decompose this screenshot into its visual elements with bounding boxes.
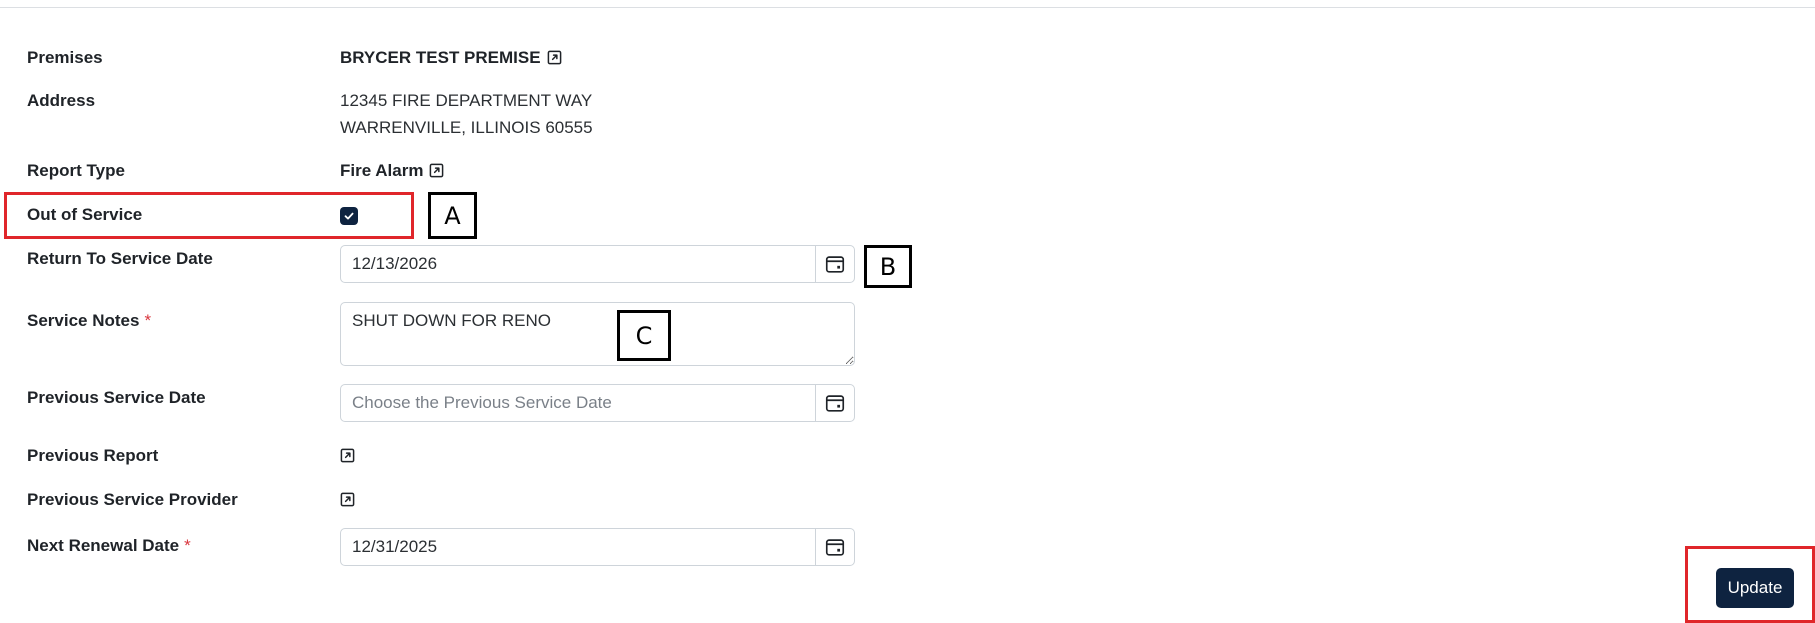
calendar-button[interactable] (815, 246, 854, 282)
annotation-b: B (864, 245, 912, 288)
previous-service-date-input[interactable] (341, 385, 815, 421)
address-line1: 12345 FIRE DEPARTMENT WAY (340, 91, 593, 110)
service-notes-label: Service Notes (27, 311, 140, 330)
next-renewal-date-label: Next Renewal Date (27, 536, 180, 555)
external-link-icon[interactable] (429, 163, 444, 178)
report-type-label: Report Type (27, 161, 125, 180)
annotation-c: C (617, 310, 671, 361)
update-button[interactable]: Update (1716, 568, 1794, 608)
previous-service-provider-value-row (334, 490, 355, 510)
premises-link[interactable]: BRYCER TEST PREMISE (340, 48, 541, 67)
required-marker: * (144, 311, 152, 330)
return-to-service-date-label: Return To Service Date (27, 249, 213, 268)
return-to-service-date-group (340, 245, 855, 283)
next-renewal-date-input[interactable] (341, 529, 815, 565)
calendar-icon (825, 256, 845, 273)
annotation-a: A (428, 192, 477, 239)
next-renewal-date-group (340, 528, 855, 566)
highlight-box-out-of-service (4, 192, 414, 239)
report-type-value-row: Fire Alarm (340, 161, 444, 181)
top-divider (0, 7, 1815, 8)
previous-service-provider-label: Previous Service Provider (27, 490, 238, 509)
return-to-service-date-input[interactable] (341, 246, 815, 282)
external-link-icon[interactable] (340, 448, 355, 463)
previous-report-value-row (334, 446, 355, 466)
address-label: Address (27, 91, 96, 110)
calendar-button[interactable] (815, 385, 854, 421)
service-notes-textarea[interactable]: SHUT DOWN FOR RENO (340, 302, 855, 366)
previous-service-date-label: Previous Service Date (27, 388, 206, 407)
report-type-link[interactable]: Fire Alarm (340, 161, 423, 180)
required-marker: * (184, 536, 191, 555)
previous-report-label: Previous Report (27, 446, 159, 465)
next-renewal-date-label-row: Next Renewal Date * (27, 536, 191, 556)
external-link-icon[interactable] (547, 50, 562, 65)
calendar-icon (825, 539, 845, 556)
calendar-button[interactable] (815, 529, 854, 565)
external-link-icon[interactable] (340, 492, 355, 507)
premises-value-row: BRYCER TEST PREMISE (340, 48, 562, 68)
previous-service-date-group (340, 384, 855, 422)
service-notes-label-row: Service Notes * (27, 311, 151, 331)
calendar-icon (825, 395, 845, 412)
premises-label: Premises (27, 48, 103, 67)
address-line2: WARRENVILLE, ILLINOIS 60555 (340, 118, 593, 137)
